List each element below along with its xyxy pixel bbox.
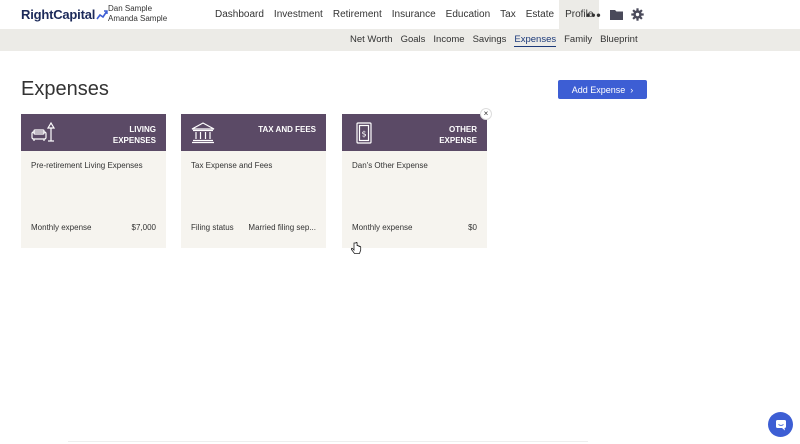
divider (68, 441, 588, 442)
main-nav: Dashboard Investment Retirement Insuranc… (210, 0, 600, 29)
tab-blueprint[interactable]: Blueprint (596, 29, 642, 51)
add-expense-button[interactable]: Add Expense › (558, 80, 647, 99)
page-title: Expenses (21, 78, 109, 100)
card-title: TAX AND FEES (258, 125, 316, 134)
bank-icon (191, 122, 215, 144)
card-body: Tax Expense and Fees Filing status Marri… (181, 151, 326, 248)
close-icon[interactable]: × (480, 108, 492, 120)
card-description: Tax Expense and Fees (191, 161, 273, 170)
card-footer: Filing status Married filing sep... (191, 223, 316, 232)
add-expense-label: Add Expense (571, 84, 626, 95)
card-title: OTHER EXPENSE (439, 125, 477, 145)
nav-tax[interactable]: Tax (495, 0, 521, 29)
card-footer: Monthly expense $7,000 (31, 223, 156, 232)
folder-icon[interactable] (609, 9, 623, 20)
tab-savings[interactable]: Savings (469, 29, 511, 51)
card-foot-label: Filing status (191, 223, 234, 232)
card-body: Pre-retirement Living Expenses Monthly e… (21, 151, 166, 248)
nav-education[interactable]: Education (441, 0, 495, 29)
top-icons: ••• (586, 0, 644, 29)
card-foot-label: Monthly expense (352, 223, 413, 232)
bill-icon: $ (356, 122, 372, 144)
sub-nav-bar: Net Worth Goals Income Savings Expenses … (0, 29, 800, 51)
expense-card-other[interactable]: $ OTHER EXPENSE Dan's Other Expense Mont… (342, 114, 487, 248)
card-header: LIVING EXPENSES (21, 114, 166, 151)
living-room-icon (31, 121, 56, 142)
top-bar: RightCapital Dan Sample Amanda Sample Da… (0, 0, 800, 29)
card-title: LIVING EXPENSES (112, 125, 156, 145)
expense-card-living[interactable]: LIVING EXPENSES Pre-retirement Living Ex… (21, 114, 166, 248)
hand-cursor-icon (351, 242, 362, 254)
card-foot-value: $7,000 (131, 223, 156, 232)
card-header: TAX AND FEES (181, 114, 326, 151)
card-foot-value: $0 (468, 223, 477, 232)
chat-support-button[interactable] (768, 412, 793, 437)
card-foot-value: Married filing sep... (248, 223, 316, 232)
primary-user-name: Dan Sample (108, 4, 153, 13)
tab-income[interactable]: Income (429, 29, 468, 51)
card-header: $ OTHER EXPENSE (342, 114, 487, 151)
logo-chart-icon (96, 9, 108, 19)
brand-logo-text: RightCapital (21, 7, 96, 22)
tab-goals[interactable]: Goals (397, 29, 430, 51)
card-body: Dan's Other Expense Monthly expense $0 (342, 151, 487, 248)
tab-family[interactable]: Family (560, 29, 596, 51)
gear-icon[interactable] (630, 8, 644, 21)
secondary-user-name: Amanda Sample (108, 14, 168, 23)
tab-expenses[interactable]: Expenses (510, 29, 560, 51)
chevron-right-icon: › (630, 84, 634, 95)
card-foot-label: Monthly expense (31, 223, 92, 232)
card-footer: Monthly expense $0 (352, 223, 477, 232)
nav-investment[interactable]: Investment (269, 0, 328, 29)
nav-estate[interactable]: Estate (521, 0, 559, 29)
nav-retirement[interactable]: Retirement (328, 0, 387, 29)
sub-nav: Net Worth Goals Income Savings Expenses … (346, 29, 642, 51)
chat-icon (775, 419, 786, 430)
tab-net-worth[interactable]: Net Worth (346, 29, 397, 51)
card-description: Dan's Other Expense (352, 161, 428, 170)
expense-card-tax[interactable]: TAX AND FEES Tax Expense and Fees Filing… (181, 114, 326, 248)
svg-text:$: $ (361, 130, 366, 139)
nav-dashboard[interactable]: Dashboard (210, 0, 269, 29)
brand-logo[interactable]: RightCapital (21, 7, 108, 22)
nav-insurance[interactable]: Insurance (387, 0, 441, 29)
user-switcher[interactable]: Dan Sample Amanda Sample (108, 4, 167, 24)
card-description: Pre-retirement Living Expenses (31, 161, 143, 170)
more-icon[interactable]: ••• (586, 8, 602, 22)
